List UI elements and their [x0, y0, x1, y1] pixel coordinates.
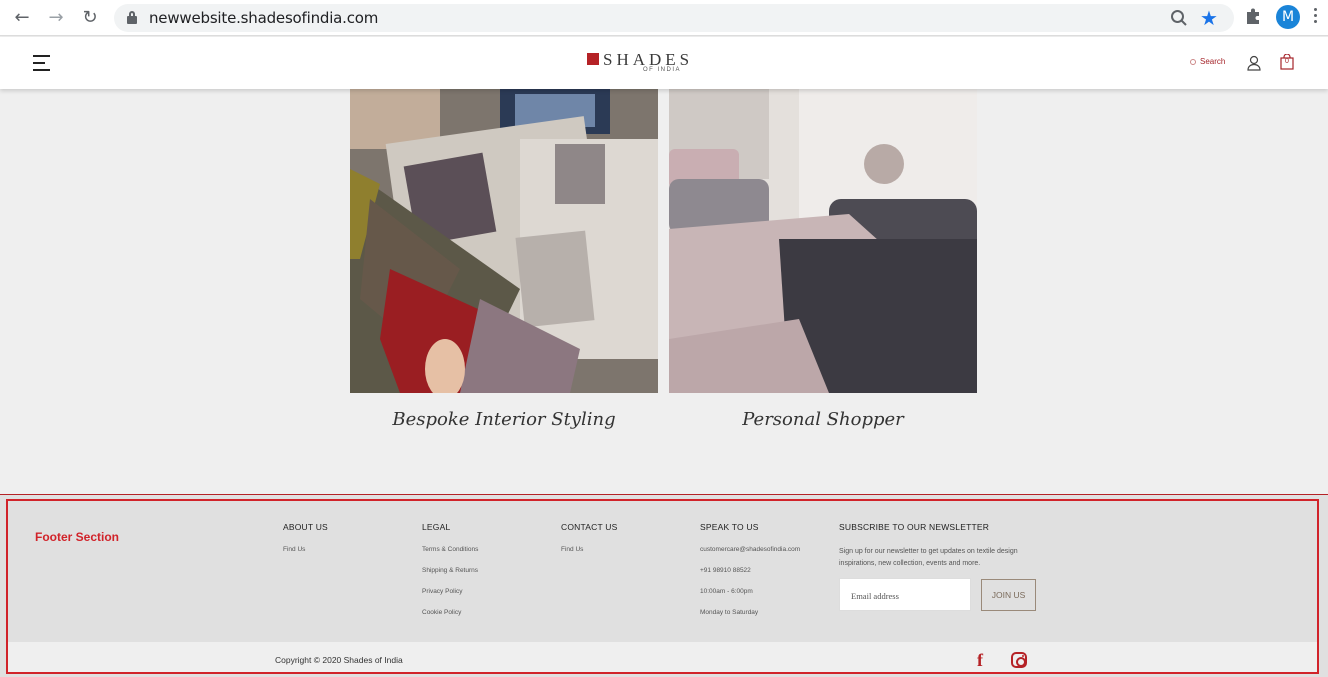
join-us-button[interactable]: JOIN US: [981, 579, 1036, 611]
footer-heading-contact: CONTACT US: [561, 522, 618, 532]
extensions-icon[interactable]: [1244, 7, 1262, 25]
footer-annotation: Footer Section: [35, 530, 120, 544]
browser-toolbar: ← → ↻ newwebsite.shadesofindia.com ★ M: [0, 0, 1328, 36]
footer-col-newsletter: SUBSCRIBE TO OUR NEWSLETTER Sign up for …: [839, 522, 1049, 570]
star-icon[interactable]: ★: [1200, 6, 1218, 30]
footer-heading-about: ABOUT US: [283, 522, 328, 532]
footer-heading-speak: SPEAK TO US: [700, 522, 759, 532]
search-link[interactable]: Search: [1190, 57, 1225, 66]
footer-col-about: ABOUT US Find Us: [283, 522, 328, 567]
facebook-icon[interactable]: f: [977, 650, 983, 671]
footer-link-shipping[interactable]: Shipping & Returns: [422, 567, 478, 574]
url-text[interactable]: newwebsite.shadesofindia.com: [149, 9, 378, 27]
site-header: SHADES OF INDIA Search 0: [0, 37, 1328, 89]
newsletter-email-input[interactable]: Email address: [839, 578, 971, 611]
footer-bottom-bar: [8, 642, 1317, 673]
search-icon: [1190, 58, 1196, 65]
newsletter-text: Sign up for our newsletter to get update…: [839, 548, 1018, 567]
menu-icon[interactable]: [1314, 8, 1318, 28]
fabric-swatches-image: [350, 89, 658, 393]
bedroom-image: [669, 89, 977, 393]
lock-icon[interactable]: [127, 11, 137, 24]
footer-heading-newsletter: SUBSCRIBE TO OUR NEWSLETTER: [839, 522, 990, 532]
footer-link-terms[interactable]: Terms & Conditions: [422, 546, 478, 553]
forward-icon[interactable]: →: [44, 6, 68, 30]
search-label: Search: [1200, 57, 1226, 66]
reload-icon[interactable]: ↻: [78, 6, 102, 30]
logo-mark: [587, 53, 599, 65]
footer-days: Monday to Saturday: [700, 609, 759, 616]
service-image-shopper[interactable]: [669, 89, 977, 393]
footer-email[interactable]: customercare@shadesofindia.com: [700, 546, 800, 553]
footer-link-cookie[interactable]: Cookie Policy: [422, 609, 478, 616]
logo-sub: OF INDIA: [643, 67, 682, 73]
cart-count: 0: [1285, 58, 1289, 65]
service-caption-shopper[interactable]: Personal Shopper: [669, 409, 977, 430]
service-image-bespoke[interactable]: [350, 89, 658, 393]
footer-link-privacy[interactable]: Privacy Policy: [422, 588, 478, 595]
address-bar[interactable]: newwebsite.shadesofindia.com ★: [114, 4, 1234, 32]
footer-link-find-us[interactable]: Find Us: [283, 546, 328, 553]
service-caption-bespoke[interactable]: Bespoke Interior Styling: [350, 409, 658, 430]
footer-col-legal: LEGAL Terms & Conditions Shipping & Retu…: [422, 522, 478, 630]
cart-icon[interactable]: 0: [1280, 53, 1294, 70]
footer-heading-legal: LEGAL: [422, 522, 451, 532]
footer-col-speak: SPEAK TO US customercare@shadesofindia.c…: [700, 522, 800, 630]
avatar[interactable]: M: [1276, 5, 1300, 29]
footer-col-contact: CONTACT US Find Us: [561, 522, 617, 567]
footer-hours: 10:00am - 6:00pm: [700, 588, 753, 595]
footer-phone[interactable]: +91 98910 88522: [700, 567, 800, 574]
zoom-icon[interactable]: [1170, 9, 1188, 27]
user-icon[interactable]: [1247, 55, 1261, 71]
hamburger-icon[interactable]: [33, 55, 50, 71]
instagram-icon[interactable]: [1011, 652, 1027, 668]
footer-link-contact-find-us[interactable]: Find Us: [561, 546, 617, 553]
copyright-text: Copyright © 2020 Shades of India: [275, 655, 403, 665]
back-icon[interactable]: ←: [10, 6, 34, 30]
